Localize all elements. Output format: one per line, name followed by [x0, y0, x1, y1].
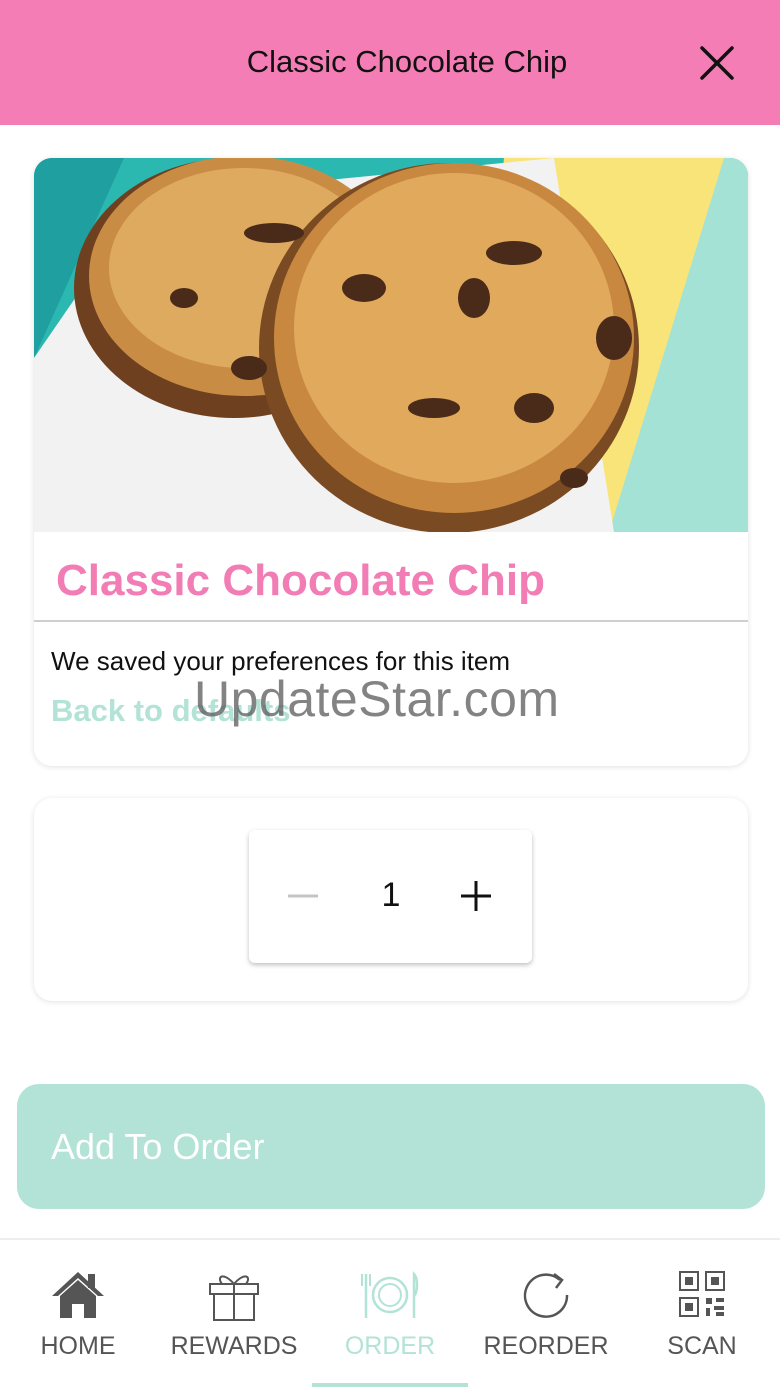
home-icon [52, 1272, 104, 1318]
add-to-order-label: Add To Order [51, 1126, 265, 1167]
product-name: Classic Chocolate Chip [56, 556, 546, 605]
product-image [34, 158, 748, 532]
qr-code-icon [679, 1271, 725, 1317]
nav-item-order[interactable]: ORDER [312, 1240, 468, 1387]
refresh-icon [523, 1273, 569, 1318]
decrement-button[interactable] [284, 876, 324, 916]
nav-label-reorder: REORDER [483, 1332, 609, 1360]
divider [34, 620, 748, 622]
plus-icon [461, 881, 491, 911]
quantity-stepper: 1 [249, 830, 532, 963]
nav-item-rewards[interactable]: REWARDS [156, 1240, 312, 1387]
nav-label-order: ORDER [344, 1332, 436, 1360]
minus-icon [288, 894, 318, 898]
active-tab-indicator [312, 1383, 468, 1387]
add-to-order-button[interactable]: Add To Order [17, 1084, 765, 1209]
gift-icon [209, 1275, 259, 1321]
nav-item-home[interactable]: HOME [0, 1240, 156, 1387]
nav-item-reorder[interactable]: REORDER [468, 1240, 624, 1387]
page-title: Classic Chocolate Chip [246, 44, 568, 79]
plate-cutlery-icon [361, 1270, 419, 1318]
header-bar: Classic Chocolate Chip [0, 0, 780, 125]
nav-label-scan: SCAN [667, 1332, 737, 1360]
nav-label-home: HOME [40, 1332, 116, 1360]
close-button[interactable] [690, 36, 744, 90]
nav-item-scan[interactable]: SCAN [624, 1240, 780, 1387]
nav-label-rewards: REWARDS [170, 1332, 298, 1360]
item-detail-screen: Classic Chocolate Chip Classic Chocolate… [0, 0, 780, 1387]
close-icon [700, 46, 734, 80]
bottom-navigation: HOME REWARDS ORDER REORDER SCAN [0, 1238, 780, 1387]
quantity-value: 1 [381, 876, 401, 914]
watermark: UpdateStar.com [194, 671, 560, 727]
quantity-card: 1 [34, 798, 748, 1001]
increment-button[interactable] [457, 876, 497, 916]
